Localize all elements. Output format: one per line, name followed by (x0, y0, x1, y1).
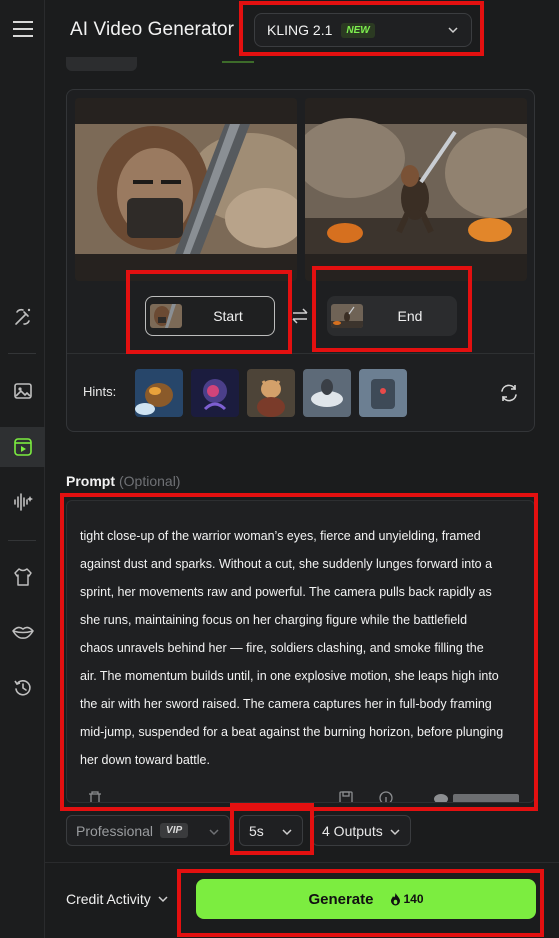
end-label: End (397, 308, 423, 324)
hint-thumbnail-4[interactable] (303, 369, 351, 417)
generate-label: Generate (308, 890, 374, 908)
start-frame-thumbnail (150, 304, 182, 328)
sidebar-divider (8, 353, 36, 354)
header: AI Video Generator KLING 2.1 NEW (45, 0, 559, 60)
outputs-value: 4 Outputs (322, 822, 383, 839)
footer-divider (45, 862, 559, 863)
chevron-down-icon (448, 27, 458, 34)
hint-thumbnail-1[interactable] (135, 369, 183, 417)
end-frame-thumbnail (331, 304, 363, 328)
chevron-down-icon (282, 829, 292, 836)
sidebar-divider (8, 540, 36, 541)
sidebar (0, 0, 45, 938)
start-frame-button[interactable]: Start (145, 296, 275, 336)
quality-select[interactable]: Professional VIP (66, 815, 230, 846)
prompt-line: chaos unravels behind her — fire, soldie… (80, 641, 484, 655)
credit-activity-label: Credit Activity (66, 891, 151, 907)
prompt-line: she runs, maintaining focus on her charg… (80, 613, 468, 627)
prompt-title: Prompt (66, 473, 115, 489)
info-icon[interactable] (378, 790, 394, 802)
collapsed-tab-indicator (222, 61, 254, 63)
shirt-icon[interactable] (0, 557, 45, 597)
image-icon[interactable] (0, 371, 45, 411)
trash-icon[interactable] (87, 790, 103, 802)
duration-value: 5s (249, 822, 264, 839)
prompt-textarea[interactable]: tight close-up of the warrior woman’s ey… (66, 500, 535, 803)
prompt-line: the air with her sword raised. The camer… (80, 697, 492, 711)
hint-thumbnail-3[interactable] (247, 369, 295, 417)
prompt-optional: (Optional) (119, 473, 181, 489)
end-frame-button[interactable]: End (327, 296, 457, 336)
prompt-line: tight close-up of the warrior woman’s ey… (80, 529, 481, 543)
chevron-down-icon (158, 896, 168, 903)
lips-icon[interactable] (0, 612, 45, 652)
credit-cost-value: 140 (403, 892, 424, 906)
audio-wave-icon[interactable] (0, 482, 45, 522)
chevron-down-icon (209, 829, 219, 836)
magic-edit-icon[interactable] (0, 297, 45, 337)
start-frame-image[interactable] (75, 98, 297, 281)
chevron-down-icon (390, 829, 400, 836)
refresh-hints-icon[interactable] (498, 382, 520, 404)
collapsed-tab (66, 57, 137, 71)
prompt-line: mid-jump, suspended for a beat against t… (80, 725, 504, 739)
history-icon[interactable] (0, 668, 45, 708)
page-title: AI Video Generator (70, 19, 235, 40)
prompt-line: sprint, her movements raw and powerful. … (80, 585, 492, 599)
prompt-label: Prompt (Optional) (66, 473, 180, 489)
duration-select[interactable]: 5s (239, 815, 303, 846)
prompt-line: against dust and sparks. Without a cut, … (80, 557, 493, 571)
video-icon[interactable] (0, 427, 45, 467)
outputs-select[interactable]: 4 Outputs (312, 815, 411, 846)
save-icon[interactable] (338, 790, 354, 802)
start-label: Start (213, 308, 243, 324)
prompt-line: her down toward battle. (80, 753, 210, 767)
swap-frames-icon[interactable] (290, 306, 310, 326)
hint-thumbnail-2[interactable] (191, 369, 239, 417)
model-select[interactable]: KLING 2.1 NEW (254, 13, 472, 47)
flame-icon (390, 892, 400, 905)
frames-divider (67, 353, 534, 354)
credit-cost: 140 (390, 892, 424, 906)
hint-thumbnail-5[interactable] (359, 369, 407, 417)
prompt-line: air. The momentum builds until, in one e… (80, 669, 499, 683)
prompt-text: tight close-up of the warrior woman’s ey… (80, 522, 525, 774)
quality-value: Professional (76, 822, 154, 839)
end-frame-image[interactable] (305, 98, 527, 281)
prompt-toolbar (67, 786, 534, 802)
credit-activity-dropdown[interactable]: Credit Activity (66, 891, 169, 907)
vip-badge: VIP (160, 823, 189, 838)
generate-button[interactable]: Generate 140 (196, 879, 536, 919)
new-badge: NEW (341, 22, 375, 38)
model-name: KLING 2.1 (267, 22, 333, 38)
menu-icon[interactable] (0, 9, 45, 49)
deepseek-logo-icon[interactable] (433, 791, 521, 802)
hints-label: Hints: (83, 384, 117, 399)
